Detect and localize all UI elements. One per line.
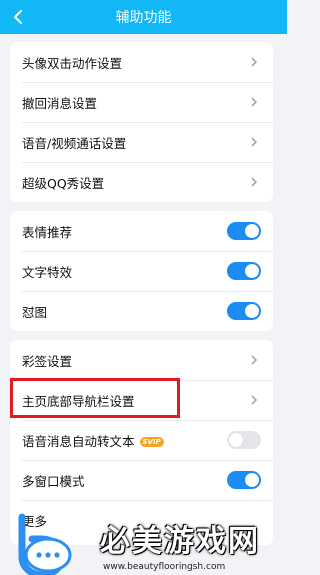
- setting-avatar-double-tap[interactable]: 头像双击动作设置: [10, 42, 273, 82]
- voice-to-text-label: 语音消息自动转文本: [22, 433, 135, 449]
- setting-label: 文字特效: [22, 264, 73, 280]
- chevron-right-icon: [251, 355, 257, 365]
- setting-label: 语音/视频通话设置: [22, 135, 127, 151]
- toggle-knob: [245, 224, 259, 238]
- chevron-right-icon: [251, 97, 257, 107]
- chevron-right-icon: [251, 137, 257, 147]
- setting-label: 彩签设置: [22, 353, 73, 369]
- setting-label: 表情推荐: [22, 224, 73, 240]
- setting-emoji-recommend: 表情推荐: [10, 211, 273, 251]
- setting-label: 主页底部导航栏设置: [22, 393, 135, 409]
- setting-voice-to-text: 语音消息自动转文本 SVIP: [10, 420, 273, 460]
- setting-voice-video-call[interactable]: 语音/视频通话设置: [10, 122, 273, 162]
- emoji-recommend-toggle[interactable]: [227, 222, 261, 240]
- toggle-knob: [245, 304, 259, 318]
- setting-label: 语音消息自动转文本 SVIP: [22, 431, 227, 450]
- settings-group-1: 头像双击动作设置 撤回消息设置 语音/视频通话设置 超级QQ秀设置: [10, 42, 273, 202]
- watermark-logo-icon: [18, 513, 72, 575]
- top-bar: 辅助功能: [0, 0, 287, 34]
- toggle-knob: [229, 433, 243, 447]
- setting-label: 头像双击动作设置: [22, 55, 123, 71]
- watermark-text: 必美游戏网: [100, 524, 260, 559]
- settings-group-2: 表情推荐 文字特效 怼图: [10, 211, 273, 331]
- svip-badge: SVIP: [139, 436, 164, 447]
- chevron-right-icon: [251, 57, 257, 67]
- setting-super-qq-show[interactable]: 超级QQ秀设置: [10, 162, 273, 202]
- text-effects-toggle[interactable]: [227, 262, 261, 280]
- setting-text-effects: 文字特效: [10, 251, 273, 291]
- setting-color-tags[interactable]: 彩签设置: [10, 340, 273, 380]
- chevron-right-icon: [251, 395, 257, 405]
- watermark: 必美游戏网 www.beautyflooringsh.com: [0, 510, 287, 575]
- watermark-url: www.beautyflooringsh.com: [103, 562, 226, 572]
- setting-label: 怼图: [22, 304, 48, 320]
- setting-label: 多窗口模式: [22, 473, 85, 489]
- setting-duitu: 怼图: [10, 291, 273, 331]
- voice-to-text-toggle[interactable]: [227, 431, 261, 449]
- duitu-toggle[interactable]: [227, 302, 261, 320]
- chevron-right-icon: [251, 177, 257, 187]
- setting-multi-window: 多窗口模式: [10, 460, 273, 500]
- toggle-knob: [245, 264, 259, 278]
- toggle-knob: [245, 473, 259, 487]
- setting-label: 撤回消息设置: [22, 95, 98, 111]
- page-title: 辅助功能: [115, 10, 172, 26]
- setting-label: 超级QQ秀设置: [22, 175, 105, 191]
- setting-recall-message[interactable]: 撤回消息设置: [10, 82, 273, 122]
- setting-bottom-nav-bar[interactable]: 主页底部导航栏设置: [10, 380, 273, 420]
- multi-window-toggle[interactable]: [227, 471, 261, 489]
